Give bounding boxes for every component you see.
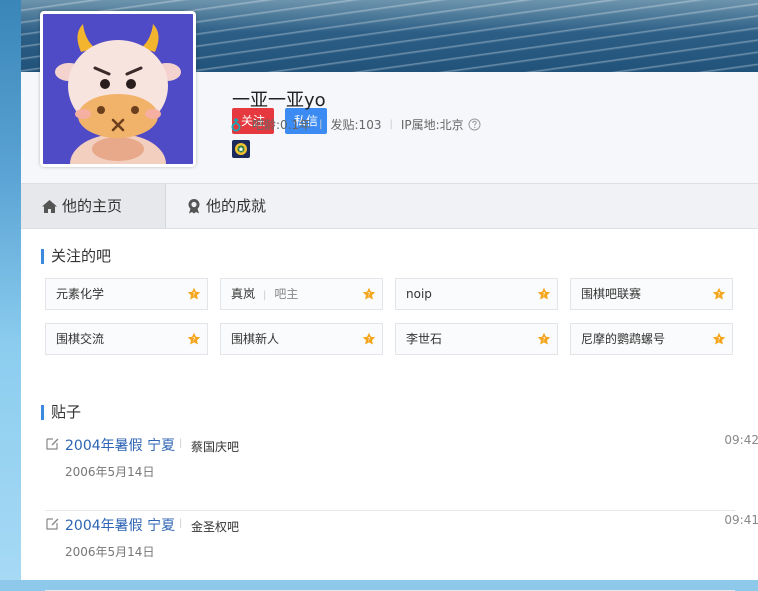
svg-text:?: ?	[542, 337, 545, 344]
svg-text:?: ?	[717, 337, 720, 344]
posts-title: 贴子	[41, 405, 81, 420]
followed-bar-item[interactable]: 尼摩的鹦鹉螺号 ?	[570, 323, 733, 355]
home-icon	[42, 199, 57, 213]
username: 一亚一亚yo	[232, 90, 326, 111]
svg-text:?: ?	[367, 337, 370, 344]
bar-role: 吧主	[274, 287, 299, 301]
post-bar-link[interactable]: 金圣权吧	[191, 518, 239, 535]
medal-icon[interactable]	[232, 140, 250, 158]
role-separator: |	[263, 290, 267, 301]
bar-name: 真岚	[231, 287, 256, 301]
edit-icon	[46, 518, 59, 530]
svg-text:?: ?	[367, 292, 370, 299]
svg-text:?: ?	[192, 337, 195, 344]
level-star-icon: ?	[362, 332, 376, 345]
help-icon[interactable]	[468, 118, 481, 131]
bar-name: 元素化学	[56, 287, 105, 301]
level-star-icon: ?	[187, 332, 201, 345]
post-title-link[interactable]: 2004年暑假 宁夏	[65, 435, 175, 455]
post-item: 2004年暑假 宁夏 | 蔡国庆吧 2006年5月14日 09:42	[45, 430, 758, 511]
post-bar-link[interactable]: 蔡国庆吧	[191, 438, 239, 455]
edit-icon	[46, 438, 59, 450]
tab-home[interactable]: 他的主页	[21, 184, 166, 228]
svg-text:?: ?	[542, 292, 545, 299]
post-date: 2006年5月14日	[65, 545, 155, 559]
post-separator: |	[179, 438, 183, 449]
profile-tabs: 他的主页 他的成就	[21, 184, 758, 229]
svg-text:?: ?	[717, 292, 720, 299]
profile-meta: 吧龄:0.1年 | 发贴:103 | IP属地:北京	[230, 116, 481, 133]
followed-bar-item[interactable]: 元素化学 ?	[45, 278, 208, 310]
bar-name: 围棋吧联赛	[581, 287, 642, 301]
tab-achievements-label: 他的成就	[206, 197, 267, 215]
followed-bar-item[interactable]: noip ?	[395, 278, 558, 310]
svg-text:?: ?	[192, 292, 195, 299]
tab-achievements[interactable]: 他的成就	[166, 184, 316, 228]
followed-bar-item[interactable]: 李世石 ?	[395, 323, 558, 355]
bar-name: 李世石	[406, 332, 443, 346]
bar-name: 尼摩的鹦鹉螺号	[581, 332, 666, 346]
bar-name: 围棋新人	[231, 332, 280, 346]
bar-name: noip	[406, 287, 432, 301]
bar-age: 吧龄:0.1年	[252, 118, 312, 132]
level-star-icon: ?	[362, 287, 376, 300]
post-count: 发贴:103	[330, 118, 382, 132]
level-star-icon: ?	[712, 287, 726, 300]
followed-bars-title: 关注的吧	[41, 249, 111, 264]
level-star-icon: ?	[712, 332, 726, 345]
followed-bar-item[interactable]: 真岚 | 吧主 ?	[220, 278, 383, 310]
gender-male-icon	[231, 117, 241, 131]
followed-bar-item[interactable]: 围棋新人 ?	[220, 323, 383, 355]
award-icon	[188, 199, 200, 214]
bar-name: 围棋交流	[56, 332, 105, 346]
post-time: 09:41	[724, 513, 758, 527]
post-time: 09:42	[724, 433, 758, 447]
avatar[interactable]	[40, 11, 196, 167]
level-star-icon: ?	[537, 287, 551, 300]
left-background-strip	[0, 0, 21, 580]
level-star-icon: ?	[537, 332, 551, 345]
post-title-link[interactable]: 2004年暑假 宁夏	[65, 515, 175, 535]
followed-bar-item[interactable]: 围棋交流 ?	[45, 323, 208, 355]
level-star-icon: ?	[187, 287, 201, 300]
followed-bar-item[interactable]: 围棋吧联赛 ?	[570, 278, 733, 310]
post-date: 2006年5月14日	[65, 465, 155, 479]
meta-separator: |	[389, 119, 393, 130]
ip-location: IP属地:北京	[400, 118, 464, 132]
post-item: 2004年暑假 宁夏 | 金圣权吧 2006年5月14日 09:41	[45, 510, 758, 591]
meta-separator: |	[319, 119, 323, 130]
post-separator: |	[179, 518, 183, 529]
tab-home-label: 他的主页	[62, 197, 123, 215]
